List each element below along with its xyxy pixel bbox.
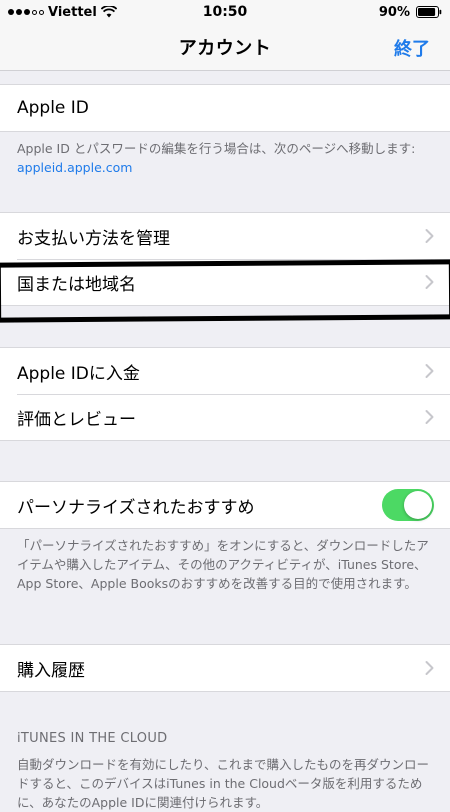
- page-title: アカウント: [178, 38, 272, 59]
- cloud-section-header: iTUNES IN THE CLOUD: [17, 731, 168, 746]
- status-time: 10:50: [202, 4, 248, 20]
- purchase-history-label: 購入履歴: [17, 660, 85, 681]
- chevron-right-icon: [425, 229, 434, 244]
- purchase-history-row[interactable]: 購入履歴: [0, 645, 450, 691]
- chevron-right-icon: [425, 364, 434, 379]
- personalized-group: パーソナライズされたおすすめ: [0, 481, 450, 529]
- toggle-knob: [404, 491, 432, 519]
- apple-id-label: Apple ID: [17, 98, 89, 118]
- country-region-label: 国または地域名: [17, 274, 136, 295]
- apple-id-group: Apple ID: [0, 84, 450, 132]
- appleid-link[interactable]: appleid.apple.com: [17, 160, 132, 175]
- chevron-right-icon: [425, 661, 434, 676]
- navigation-bar: アカウント 終了: [0, 24, 450, 71]
- personalized-recommendations-label: パーソナライズされたおすすめ: [17, 497, 255, 518]
- wifi-icon: [100, 6, 117, 18]
- add-funds-row[interactable]: Apple IDに入金: [0, 348, 450, 394]
- manage-payment-label: お支払い方法を管理: [17, 228, 170, 249]
- payment-group: お支払い方法を管理 国または地域名: [0, 212, 450, 306]
- manage-payment-row[interactable]: お支払い方法を管理: [0, 213, 450, 259]
- personalized-recommendations-toggle[interactable]: [382, 489, 434, 521]
- status-right: 90%: [297, 5, 442, 20]
- personalized-recommendations-row: パーソナライズされたおすすめ: [0, 482, 450, 528]
- done-button[interactable]: 終了: [394, 35, 430, 61]
- battery-icon: [416, 6, 442, 18]
- signal-strength-icon: [8, 9, 44, 15]
- carrier-name: Viettel: [48, 4, 97, 20]
- history-group: 購入履歴: [0, 644, 450, 692]
- funds-group: Apple IDに入金 評価とレビュー: [0, 347, 450, 441]
- apple-id-row[interactable]: Apple ID: [0, 85, 450, 131]
- status-left: Viettel: [8, 5, 153, 20]
- country-region-row[interactable]: 国または地域名: [0, 259, 450, 305]
- personalized-footer: 「パーソナライズされたおすすめ」をオンにすると、ダウンロードしたアイテムや購入し…: [17, 538, 429, 591]
- battery-percentage: 90%: [378, 4, 411, 20]
- status-bar: Viettel 10:50 90%: [0, 0, 450, 24]
- cloud-footer: 自動ダウンロードを有効にしたり、これまで購入したものを再ダウンロードすると、この…: [17, 757, 430, 810]
- apple-id-footer: Apple ID とパスワードの編集を行う場合は、次のページへ移動します: ap…: [17, 139, 436, 177]
- ratings-reviews-label: 評価とレビュー: [17, 409, 136, 430]
- add-funds-label: Apple IDに入金: [17, 363, 140, 384]
- apple-id-footer-text: Apple ID とパスワードの編集を行う場合は、次のページへ移動します:: [17, 141, 416, 156]
- ratings-reviews-row[interactable]: 評価とレビュー: [0, 394, 450, 440]
- chevron-right-icon: [425, 275, 434, 290]
- chevron-right-icon: [425, 410, 434, 425]
